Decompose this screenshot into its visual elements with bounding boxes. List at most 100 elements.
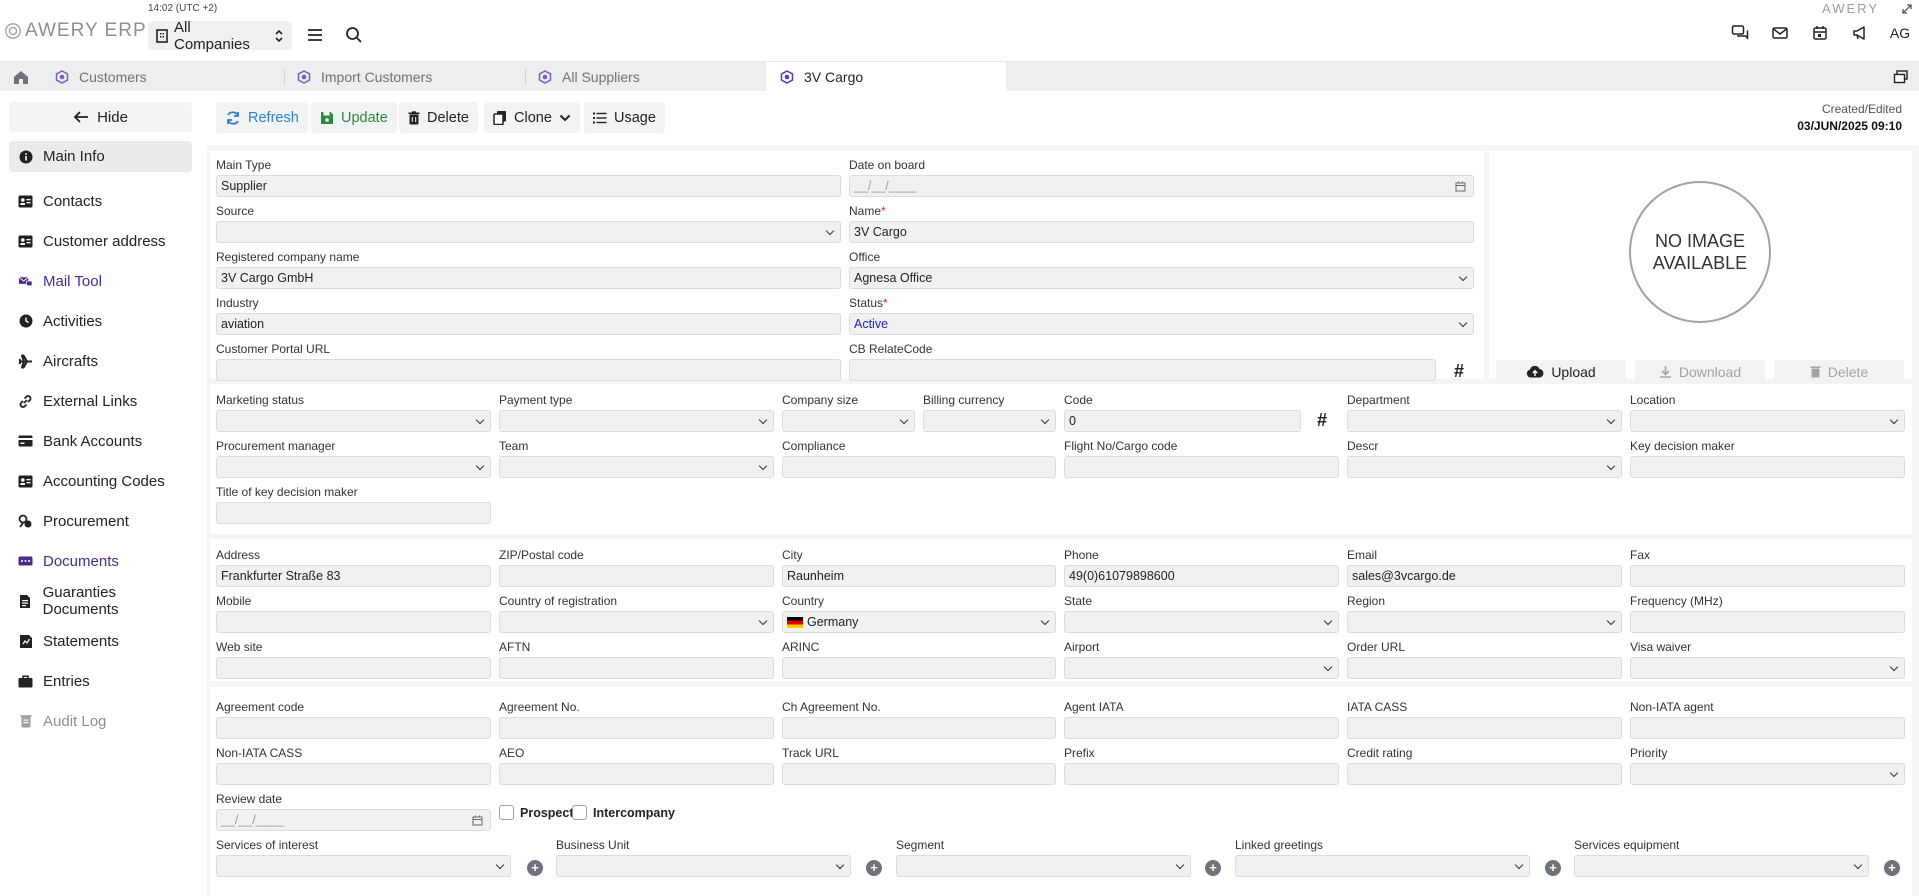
airport-select[interactable] <box>1064 657 1339 679</box>
code-generate-hash-icon[interactable]: # <box>1310 408 1334 432</box>
business-unit-select[interactable] <box>556 855 851 877</box>
non-iata-cass-input[interactable] <box>216 763 491 785</box>
name-input[interactable]: 3V Cargo <box>849 221 1474 243</box>
refresh-button[interactable]: Refresh <box>216 102 308 133</box>
key-decision-maker-input[interactable] <box>1630 456 1905 478</box>
intercompany-checkbox-box[interactable] <box>572 805 587 820</box>
status-select[interactable]: Active <box>849 313 1474 335</box>
code-input[interactable]: 0 <box>1064 410 1301 432</box>
arinc-input[interactable] <box>782 657 1056 679</box>
agent-iata-input[interactable] <box>1064 717 1339 739</box>
title-key-decision-maker-input[interactable] <box>216 502 491 524</box>
add-service-equipment-icon[interactable]: + <box>1884 860 1900 876</box>
compliance-input[interactable] <box>782 456 1056 478</box>
segment-select[interactable] <box>896 855 1191 877</box>
sidebar-item-accounting-codes[interactable]: Accounting Codes <box>9 461 192 501</box>
frequency-input[interactable] <box>1630 611 1905 633</box>
credit-rating-input[interactable] <box>1347 763 1622 785</box>
tab-3v-cargo[interactable]: 3V Cargo <box>766 62 1006 91</box>
menu-icon[interactable] <box>305 25 325 45</box>
ch-agreement-no-input[interactable] <box>782 717 1056 739</box>
delete-image-button[interactable]: Delete <box>1774 360 1904 383</box>
sidebar-item-bank-accounts[interactable]: Bank Accounts <box>9 421 192 461</box>
city-input[interactable]: Raunheim <box>782 565 1056 587</box>
main-type-input[interactable]: Supplier <box>216 175 841 197</box>
agreement-no-input[interactable] <box>499 717 774 739</box>
calendar-small-icon[interactable] <box>472 815 483 826</box>
state-select[interactable] <box>1064 611 1339 633</box>
search-icon[interactable] <box>344 25 364 45</box>
cb-generate-hash-icon[interactable]: # <box>1447 359 1471 383</box>
country-registration-select[interactable] <box>499 611 774 633</box>
calendar-icon[interactable] <box>1809 22 1831 44</box>
upload-button[interactable]: Upload <box>1496 360 1626 383</box>
industry-input[interactable]: aviation <box>216 313 841 335</box>
usage-button[interactable]: Usage <box>584 102 665 133</box>
download-button[interactable]: Download <box>1635 360 1765 383</box>
hide-sidebar-button[interactable]: Hide <box>9 102 192 132</box>
company-size-select[interactable] <box>782 410 915 432</box>
linked-greetings-select[interactable] <box>1235 855 1530 877</box>
sidebar-item-customer-address[interactable]: Customer address <box>9 221 192 261</box>
sidebar-item-entries[interactable]: Entries <box>9 661 192 701</box>
chat-icon[interactable] <box>1729 22 1751 44</box>
cb-relate-input[interactable] <box>849 359 1436 381</box>
email-input[interactable]: sales@3vcargo.de <box>1347 565 1622 587</box>
zip-input[interactable] <box>499 565 774 587</box>
flight-no-input[interactable] <box>1064 456 1339 478</box>
phone-input[interactable]: 49(0)61079898600 <box>1064 565 1339 587</box>
tab-all-suppliers[interactable]: All Suppliers <box>524 62 766 91</box>
add-linked-greeting-icon[interactable]: + <box>1545 860 1561 876</box>
payment-type-select[interactable] <box>499 410 774 432</box>
aftn-input[interactable] <box>499 657 774 679</box>
source-select[interactable] <box>216 221 841 243</box>
mobile-input[interactable] <box>216 611 491 633</box>
agreement-code-input[interactable] <box>216 717 491 739</box>
location-select[interactable] <box>1630 410 1905 432</box>
calendar-small-icon[interactable] <box>1455 181 1466 192</box>
add-business-unit-icon[interactable]: + <box>866 860 882 876</box>
prospect-checkbox-box[interactable] <box>499 805 514 820</box>
non-iata-agent-input[interactable] <box>1630 717 1905 739</box>
add-segment-icon[interactable]: + <box>1205 860 1221 876</box>
megaphone-icon[interactable] <box>1849 22 1871 44</box>
sidebar-item-activities[interactable]: Activities <box>9 301 192 341</box>
registered-name-input[interactable]: 3V Cargo GmbH <box>216 267 841 289</box>
tab-import-customers[interactable]: Import Customers <box>283 62 525 91</box>
company-selector[interactable]: All Companies <box>148 19 292 53</box>
review-date-input[interactable]: __/__/____ <box>216 809 491 831</box>
track-url-input[interactable] <box>782 763 1056 785</box>
department-select[interactable] <box>1347 410 1622 432</box>
website-input[interactable] <box>216 657 491 679</box>
prefix-input[interactable] <box>1064 763 1339 785</box>
services-equipment-select[interactable] <box>1574 855 1869 877</box>
sidebar-item-audit-log[interactable]: Audit Log <box>9 701 192 741</box>
tab-customers[interactable]: Customers <box>41 62 283 91</box>
add-service-interest-icon[interactable]: + <box>527 860 543 876</box>
expand-icon[interactable] <box>1901 3 1913 15</box>
sidebar-item-external-links[interactable]: External Links <box>9 381 192 421</box>
clone-button[interactable]: Clone <box>484 102 580 133</box>
descr-select[interactable] <box>1347 456 1622 478</box>
user-avatar[interactable]: AG <box>1889 22 1911 44</box>
mail-icon[interactable] <box>1769 22 1791 44</box>
sidebar-item-contacts[interactable]: Contacts <box>9 181 192 221</box>
visa-waiver-select[interactable] <box>1630 657 1905 679</box>
order-url-input[interactable] <box>1347 657 1622 679</box>
iata-cass-input[interactable] <box>1347 717 1622 739</box>
marketing-status-select[interactable] <box>216 410 491 432</box>
intercompany-checkbox[interactable]: Intercompany <box>572 805 675 820</box>
app-logo[interactable]: AWERY ERP <box>4 18 147 44</box>
procurement-manager-select[interactable] <box>216 456 491 478</box>
aeo-input[interactable] <box>499 763 774 785</box>
update-button[interactable]: Update <box>311 102 397 133</box>
address-input[interactable]: Frankfurter Straße 83 <box>216 565 491 587</box>
portal-url-input[interactable] <box>216 359 841 381</box>
billing-currency-select[interactable] <box>923 410 1056 432</box>
services-interest-select[interactable] <box>216 855 511 877</box>
region-select[interactable] <box>1347 611 1622 633</box>
windows-icon[interactable] <box>1893 69 1909 85</box>
office-select[interactable]: Agnesa Office <box>849 267 1474 289</box>
prospect-checkbox[interactable]: Prospect <box>499 805 574 820</box>
sidebar-item-statements[interactable]: Statements <box>9 621 192 661</box>
